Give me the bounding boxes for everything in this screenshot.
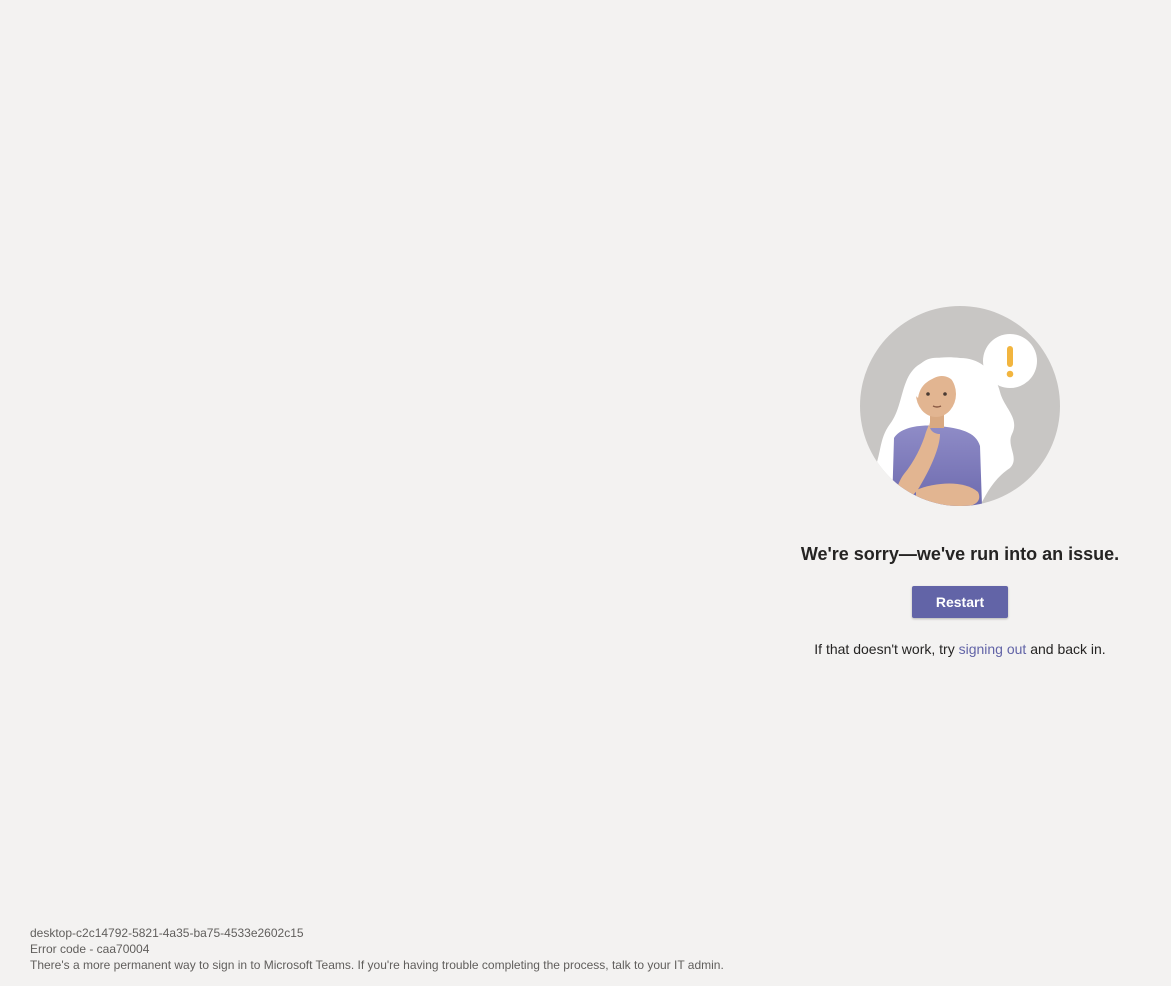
restart-button[interactable]: Restart: [912, 586, 1008, 618]
person-thinking-exclamation-icon: [860, 306, 1060, 506]
error-panel: We're sorry—we've run into an issue. Res…: [790, 306, 1130, 658]
help-text-prefix: If that doesn't work, try: [814, 641, 959, 657]
error-code: Error code - caa70004: [30, 942, 150, 956]
sign-in-info: There's a more permanent way to sign in …: [30, 958, 724, 972]
signing-out-link[interactable]: signing out: [959, 641, 1027, 657]
diagnostic-footer: desktop-c2c14792-5821-4a35-ba75-4533e260…: [30, 925, 724, 973]
help-text-suffix: and back in.: [1026, 641, 1106, 657]
error-heading: We're sorry—we've run into an issue.: [800, 544, 1120, 564]
help-text: If that doesn't work, try signing out an…: [790, 640, 1130, 658]
session-id: desktop-c2c14792-5821-4a35-ba75-4533e260…: [30, 926, 304, 940]
